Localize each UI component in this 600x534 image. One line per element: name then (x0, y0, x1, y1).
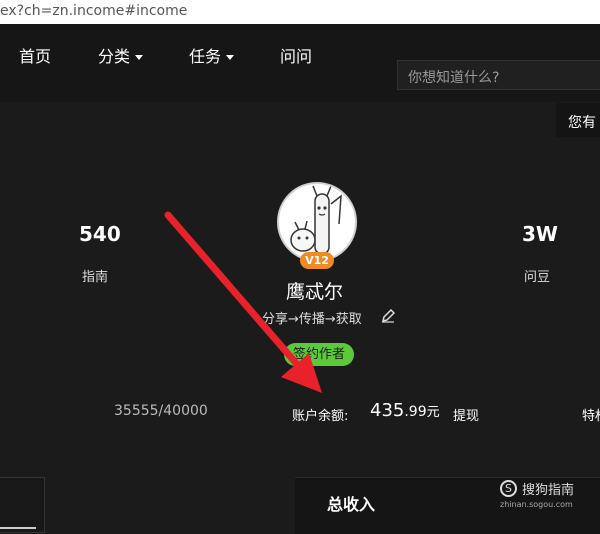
avatar[interactable] (277, 182, 357, 262)
watermark-name: 搜狗指南 (522, 483, 575, 498)
balance-label: 账户余额: (292, 409, 349, 424)
nav-ask[interactable]: 问问 (280, 43, 312, 67)
beans-count[interactable]: 3W (522, 222, 558, 246)
address-bar-url: ex?ch=zn.income#income (0, 3, 188, 19)
watermark-url: zhinan.sogou.com (500, 500, 573, 509)
balance-decimal: .99 (404, 404, 427, 420)
total-income-tab[interactable]: 总收入 (327, 491, 375, 515)
bottom-left-tab[interactable] (0, 477, 45, 533)
notice-popup[interactable]: 您有 (556, 103, 600, 137)
balance-value: 435.99元 (370, 400, 440, 421)
signed-author-badge: 签约作者 (284, 343, 354, 366)
guides-count[interactable]: 540 (79, 222, 121, 246)
nav-tasks[interactable]: 任务 (189, 43, 235, 67)
level-badge: V12 (300, 252, 334, 269)
search-input[interactable]: 你想知道什么? (397, 60, 600, 90)
tab-underline (0, 527, 36, 529)
nav-home[interactable]: 首页 (19, 43, 51, 67)
balance-integer: 435 (370, 400, 405, 421)
progress-count: 35555/40000 (114, 403, 208, 419)
balance-unit: 元 (426, 405, 440, 420)
caret-down-icon (226, 55, 235, 60)
address-bar[interactable]: ex?ch=zn.income#income (0, 0, 600, 24)
nav-category-label: 分类 (98, 47, 131, 66)
edit-pencil-icon[interactable] (381, 309, 395, 323)
profile-tagline: 分享→传播→获取 (262, 312, 362, 327)
caret-down-icon (135, 55, 144, 60)
guides-label: 指南 (82, 270, 109, 285)
avatar-illustration (290, 185, 342, 255)
privilege-link[interactable]: 特权 (582, 405, 600, 424)
nav-tasks-label: 任务 (189, 47, 222, 66)
beans-label: 问豆 (524, 270, 551, 285)
sogou-logo-icon: S (500, 480, 517, 497)
nav-category[interactable]: 分类 (98, 43, 144, 67)
withdraw-button[interactable]: 提现 (453, 405, 479, 424)
username: 鹰忒尔 (286, 281, 344, 303)
